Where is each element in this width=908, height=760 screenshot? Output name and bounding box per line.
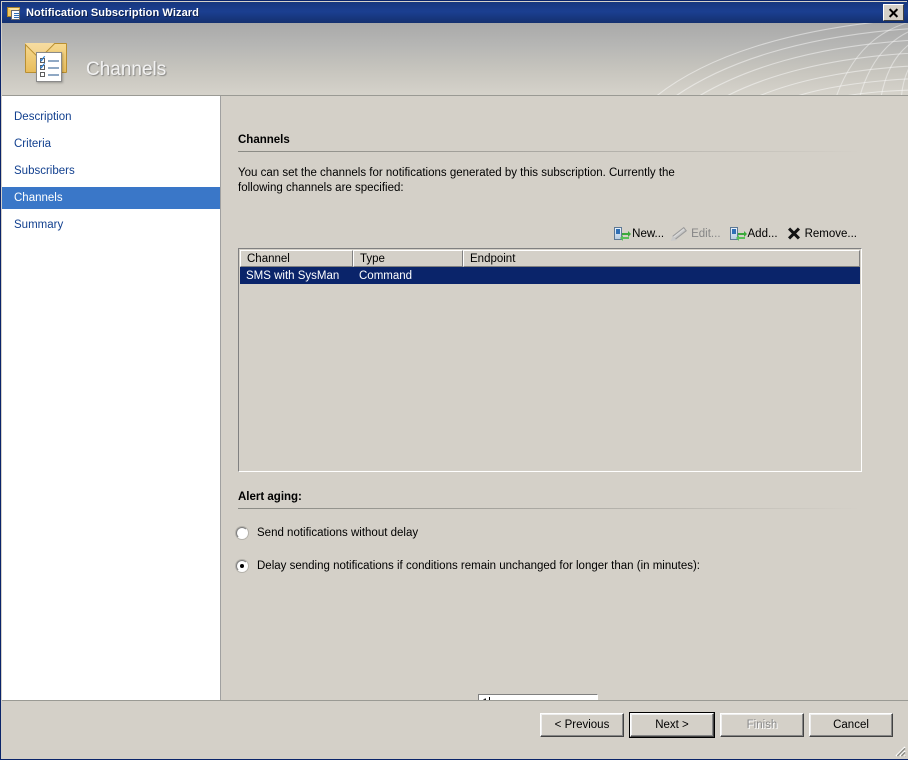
radio-mark-on-icon[interactable]	[236, 560, 248, 572]
sidebar-item-summary[interactable]: Summary	[2, 214, 220, 236]
finish-button[interactable]: Finish	[720, 713, 804, 737]
alert-aging-section-divider	[238, 508, 862, 509]
cell-channel: SMS with SysMan	[246, 269, 340, 282]
wizard-step-nav: Description Criteria Subscribers Channel…	[2, 96, 221, 700]
banner-icon: ✓ ✓	[22, 37, 72, 83]
cell-type: Command	[359, 269, 413, 282]
table-row[interactable]: SMS with SysMan Command	[240, 267, 860, 284]
mesh-globe-decoration	[655, 23, 908, 96]
add-button-label: Add...	[747, 228, 778, 240]
channels-list-header: Channel Type Endpoint	[240, 250, 860, 267]
channels-description-text: You can set the channels for notificatio…	[238, 167, 675, 194]
resize-grip-icon[interactable]	[892, 743, 906, 757]
edit-button-label: Edit...	[691, 228, 721, 240]
channels-list[interactable]: Channel Type Endpoint SMS with SysMan Co…	[238, 248, 862, 472]
remove-button[interactable]: Remove...	[783, 224, 862, 244]
device-sync-icon	[613, 226, 632, 242]
add-button[interactable]: Add...	[726, 224, 783, 244]
cancel-button[interactable]: Cancel	[809, 713, 893, 737]
sidebar-item-criteria[interactable]: Criteria	[2, 133, 220, 155]
radio-send-without-delay[interactable]: Send notifications without delay	[236, 526, 418, 541]
alert-aging-section-title: Alert aging:	[238, 491, 302, 503]
footer-divider	[2, 700, 908, 701]
x-icon	[786, 226, 802, 242]
column-header-type[interactable]: Type	[353, 250, 463, 267]
checklist-icon	[11, 9, 20, 20]
window-title: Notification Subscription Wizard	[26, 6, 199, 19]
device-sync-icon	[729, 226, 747, 242]
close-icon[interactable]	[883, 4, 904, 21]
pencil-icon	[672, 226, 688, 242]
radio-mark-off-icon[interactable]	[236, 527, 248, 539]
column-header-endpoint[interactable]: Endpoint	[463, 250, 860, 267]
radio-delay-sending-label: Delay sending notifications if condition…	[257, 560, 701, 572]
new-button[interactable]: New...	[610, 224, 669, 244]
wizard-window: Notification Subscription Wizard ✓ ✓ Cha…	[0, 0, 908, 760]
channels-list-inner: Channel Type Endpoint SMS with SysMan Co…	[240, 250, 860, 470]
sidebar-item-description[interactable]: Description	[2, 106, 220, 128]
checklist-document-icon: ✓ ✓	[36, 52, 62, 82]
wizard-page-content: Channels You can set the channels for no…	[221, 96, 908, 714]
dialog-footer: < Previous Next > Finish Cancel	[2, 700, 908, 759]
channels-toolbar: New... Edit... Add... Remove...	[238, 223, 862, 245]
sidebar-item-subscribers[interactable]: Subscribers	[2, 160, 220, 182]
column-header-channel[interactable]: Channel	[240, 250, 353, 267]
next-button[interactable]: Next >	[629, 712, 715, 738]
window-icon	[6, 5, 22, 21]
edit-button[interactable]: Edit...	[669, 224, 725, 244]
wizard-banner: ✓ ✓ Channels	[2, 23, 908, 96]
title-bar: Notification Subscription Wizard	[2, 2, 908, 23]
radio-send-without-delay-label: Send notifications without delay	[257, 527, 419, 539]
radio-delay-sending[interactable]: Delay sending notifications if condition…	[236, 559, 716, 574]
channels-section-title: Channels	[238, 134, 290, 146]
banner-title: Channels	[86, 59, 167, 80]
remove-button-label: Remove...	[804, 228, 857, 240]
new-button-label: New...	[632, 228, 665, 240]
channels-section-divider	[238, 151, 862, 152]
previous-button[interactable]: < Previous	[540, 713, 624, 737]
sidebar-item-channels[interactable]: Channels	[2, 187, 220, 209]
